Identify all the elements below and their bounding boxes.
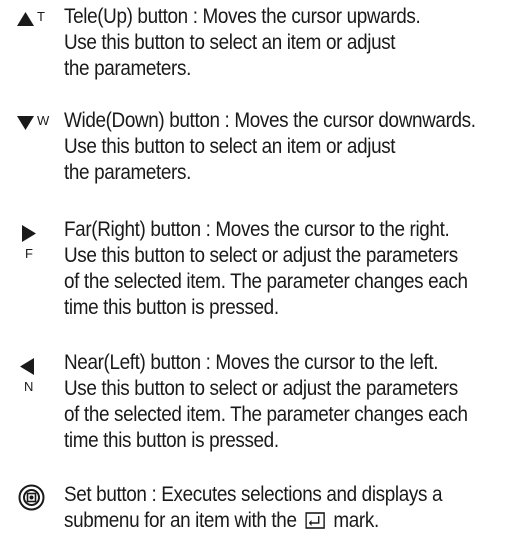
set-line-2-before: submenu for an item with the: [64, 509, 297, 532]
far-right-line-2: Use this button to select or adjust the …: [64, 244, 458, 267]
set-icon-area: [0, 482, 62, 542]
button-descriptions: T Tele(Up) button : Moves the cursor upw…: [0, 0, 530, 536]
near-left-icon-area: N: [0, 350, 62, 410]
near-left-text: Near(Left) button : Moves the cursor to …: [64, 350, 483, 454]
far-right-line-3: of the selected item. The parameter chan…: [64, 270, 468, 293]
wide-down-text: Wide(Down) button : Moves the cursor dow…: [64, 108, 483, 186]
triangle-right-icon: [22, 225, 36, 242]
tele-up-line-1: Tele(Up) button : Moves the cursor upwar…: [64, 5, 421, 28]
wide-down-line-3: the parameters.: [64, 161, 191, 184]
wide-down-line-2: Use this button to select an item or adj…: [64, 135, 396, 158]
submenu-mark-icon: [305, 512, 325, 529]
near-left-line-4: time this button is pressed.: [64, 429, 279, 452]
wide-down-letter: W: [37, 113, 50, 128]
far-right-letter: F: [25, 246, 33, 261]
wide-down-icon-area: W: [0, 108, 62, 168]
tele-up-line-2: Use this button to select an item or adj…: [64, 31, 396, 54]
tele-up-icon-area: T: [0, 4, 62, 64]
set-button-icon: [18, 484, 45, 511]
set-line-2-after: mark.: [333, 509, 379, 532]
set-line-2: submenu for an item with the mark.: [64, 508, 483, 534]
far-right-text: Far(Right) button : Moves the cursor to …: [64, 217, 483, 321]
near-left-line-3: of the selected item. The parameter chan…: [64, 403, 468, 426]
far-right-icon-area: F: [0, 217, 62, 277]
tele-up-text: Tele(Up) button : Moves the cursor upwar…: [64, 4, 483, 82]
set-text: Set button : Executes selections and dis…: [64, 482, 483, 534]
tele-up-letter: T: [37, 9, 45, 24]
triangle-up-icon: [17, 12, 34, 26]
tele-up-line-3: the parameters.: [64, 57, 191, 80]
triangle-left-icon: [20, 358, 34, 375]
triangle-down-icon: [17, 116, 34, 130]
near-left-letter: N: [24, 379, 34, 394]
near-left-line-1: Near(Left) button : Moves the cursor to …: [64, 351, 439, 374]
set-line-1: Set button : Executes selections and dis…: [64, 483, 443, 506]
far-right-line-1: Far(Right) button : Moves the cursor to …: [64, 218, 450, 241]
near-left-line-2: Use this button to select or adjust the …: [64, 377, 458, 400]
far-right-line-4: time this button is pressed.: [64, 296, 279, 319]
wide-down-line-1: Wide(Down) button : Moves the cursor dow…: [64, 109, 476, 132]
